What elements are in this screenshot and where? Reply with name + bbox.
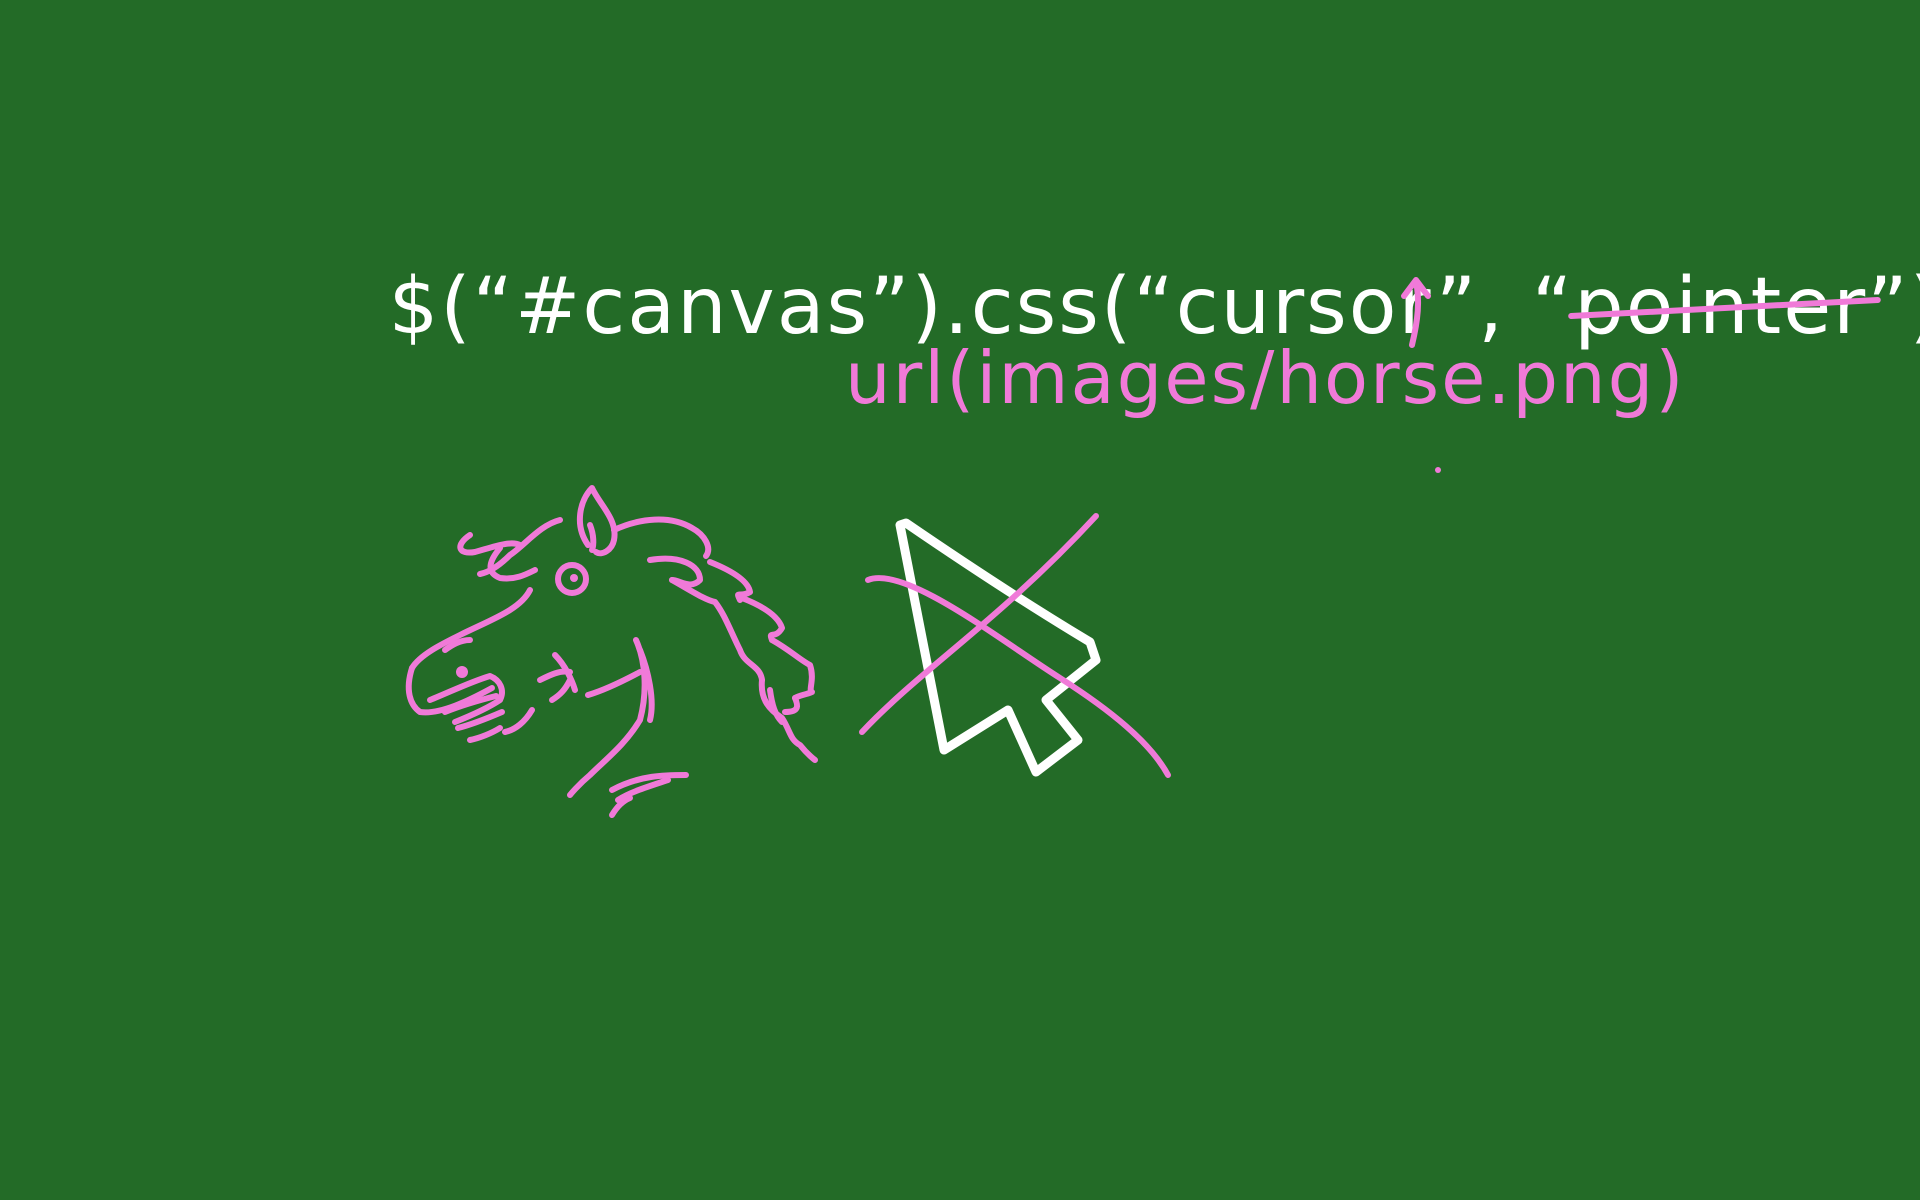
drawings (405, 277, 1441, 818)
chalk-dot (1435, 467, 1441, 473)
up-arrow-icon (1401, 277, 1431, 348)
horse-head-icon (405, 485, 818, 818)
pointer-cursor-icon (895, 518, 1101, 777)
